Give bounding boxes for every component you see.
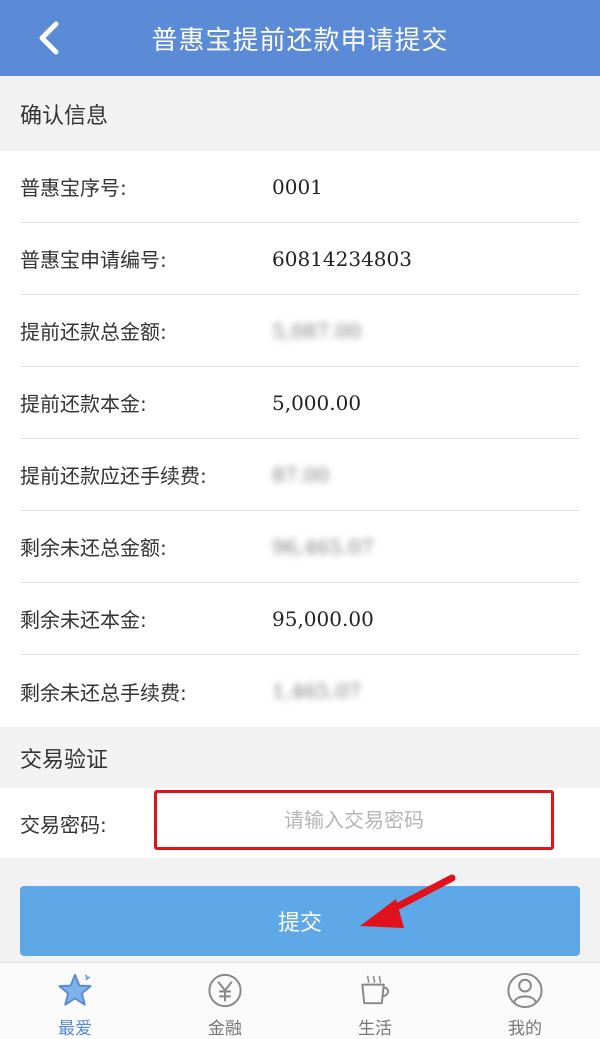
user-icon bbox=[507, 972, 543, 1009]
row-label: 普惠宝序号: bbox=[20, 176, 127, 200]
page-title: 普惠宝提前还款申请提交 bbox=[151, 25, 449, 56]
row-value: 5,000.00 bbox=[272, 390, 362, 415]
yuan-icon bbox=[208, 973, 242, 1008]
tab-favorites[interactable]: 最爱 bbox=[0, 963, 150, 1039]
confirm-info-list: 普惠宝序号: 0001 普惠宝申请编号: 60814234803 提前还款总金额: 5,0… bbox=[0, 151, 600, 727]
tab-label: 我的 bbox=[508, 1019, 542, 1039]
row-value: 96,465.07 bbox=[272, 534, 374, 559]
star-icon bbox=[58, 973, 92, 1006]
tab-life[interactable]: 生活 bbox=[300, 963, 450, 1039]
row-label: 剩余未还总手续费: bbox=[20, 680, 187, 705]
row-value: 87.00 bbox=[272, 462, 330, 487]
tab-mine[interactable]: 我的 bbox=[450, 963, 600, 1039]
submit-button[interactable]: 提交 bbox=[20, 886, 580, 956]
top-bar: 普惠宝提前还款申请提交 bbox=[0, 0, 600, 76]
row-value: 1,465.07 bbox=[272, 679, 362, 703]
info-row: 提前还款本金: 5,000.00 bbox=[20, 367, 580, 439]
tab-label: 最爱 bbox=[58, 1019, 92, 1039]
row-value: 95,000.00 bbox=[272, 606, 374, 631]
tab-label: 金融 bbox=[208, 1019, 242, 1039]
info-row: 剩余未还总手续费: 1,465.07 bbox=[20, 655, 580, 727]
info-row: 剩余未还本金: 95,000.00 bbox=[20, 583, 580, 655]
info-row: 提前还款总金额: 5,087.00 bbox=[20, 295, 580, 367]
row-label: 剩余未还本金: bbox=[20, 608, 147, 632]
row-value: 0001 bbox=[272, 174, 323, 199]
section-header-confirm: 确认信息 bbox=[0, 76, 600, 151]
info-row: 剩余未还总金额: 96,465.07 bbox=[20, 511, 580, 583]
info-row: 普惠宝申请编号: 60814234803 bbox=[20, 223, 580, 295]
row-label: 提前还款应还手续费: bbox=[20, 464, 207, 488]
chevron-left-icon bbox=[39, 21, 59, 55]
coffee-cup-icon bbox=[361, 975, 390, 1005]
back-button[interactable] bbox=[28, 18, 68, 58]
row-value: 5,087.00 bbox=[272, 318, 362, 343]
bottom-tab-bar: 最爱 金融 生活 我的 bbox=[0, 962, 600, 1039]
row-label: 剩余未还总金额: bbox=[20, 536, 167, 560]
tab-label: 生活 bbox=[358, 1019, 392, 1039]
password-label: 交易密码: bbox=[20, 812, 107, 837]
info-row: 普惠宝序号: 0001 bbox=[20, 151, 580, 223]
row-label: 提前还款本金: bbox=[20, 392, 147, 416]
password-input[interactable] bbox=[154, 790, 554, 850]
row-label: 普惠宝申请编号: bbox=[20, 248, 167, 272]
section-header-verify: 交易验证 bbox=[0, 727, 600, 788]
tab-finance[interactable]: 金融 bbox=[150, 963, 300, 1039]
row-label: 提前还款总金额: bbox=[20, 320, 167, 344]
row-value: 60814234803 bbox=[272, 246, 412, 271]
info-row: 提前还款应还手续费: 87.00 bbox=[20, 439, 580, 511]
